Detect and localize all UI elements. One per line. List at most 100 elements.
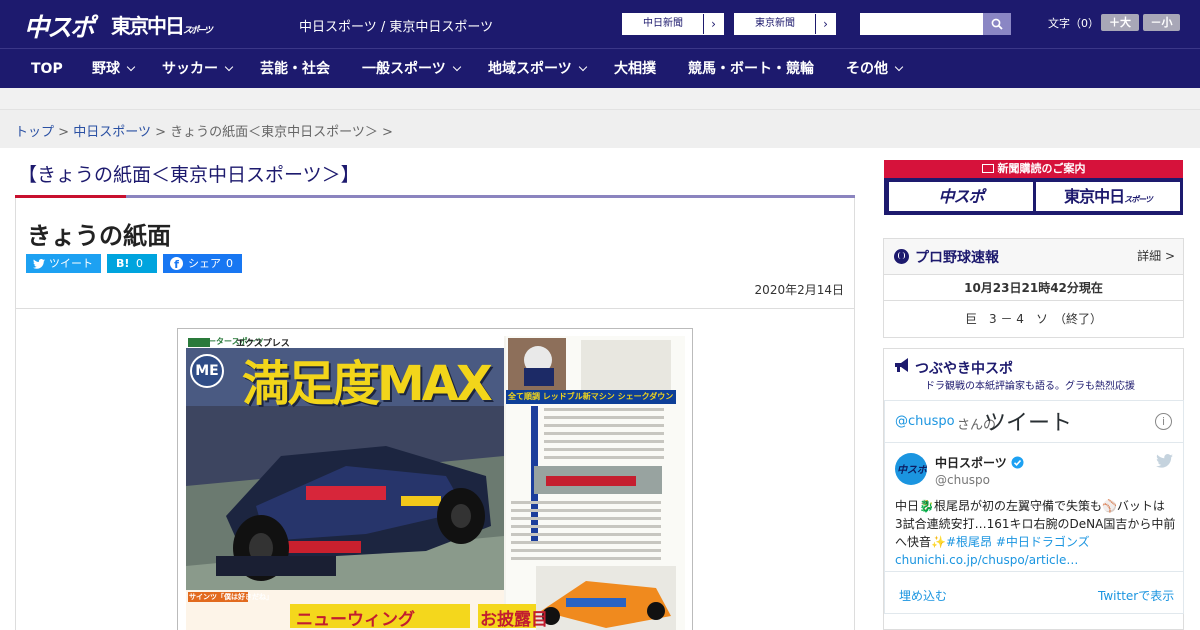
chevron-down-icon xyxy=(578,62,587,72)
hatena-bookmark-button[interactable]: B! 0 xyxy=(107,254,157,273)
breadcrumb-separator: > xyxy=(382,125,393,140)
font-smaller-button[interactable]: －小 xyxy=(1143,14,1180,31)
paper-headline: 満足度MAX xyxy=(242,356,493,412)
tweets-widget-title: つぶやき中スポ xyxy=(915,361,1013,377)
subscribe-tokyo-small: スポーツ xyxy=(1124,195,1153,204)
nav-item-top[interactable]: TOP xyxy=(31,49,63,89)
chevron-right-icon: › xyxy=(815,14,835,34)
newspaper-icon xyxy=(981,164,994,173)
title-underline xyxy=(126,195,855,198)
header-spacer xyxy=(0,88,1200,110)
view-on-twitter-link[interactable]: Twitterで表示 xyxy=(1098,587,1174,604)
tweet-link[interactable]: chunichi.co.jp/chuspo/article… xyxy=(895,551,1180,569)
facebook-share-count: 0 xyxy=(226,257,233,270)
widget-header: プロ野球速報 詳細 > xyxy=(884,239,1183,275)
paper-bottom-headline-right: お披露目 xyxy=(480,610,548,630)
font-larger-button[interactable]: ＋大 xyxy=(1101,14,1139,31)
tweet-hashtags[interactable]: #根尾昂 #中日ドラゴンズ xyxy=(946,535,1090,549)
nav-item-racing[interactable]: 競馬・ボート・競輪 xyxy=(688,49,814,89)
font-size-label: 文字（0） xyxy=(1048,17,1099,30)
nav-item-soccer[interactable]: サッカー xyxy=(162,49,234,89)
search-input[interactable] xyxy=(860,13,983,35)
tweet-text-line: 3試合連続安打…161キロ右腕のDeNA国吉から中前 xyxy=(895,517,1176,531)
tweet-text-line: へ快音✨#根尾昂 #中日ドラゴンズ xyxy=(895,533,1180,551)
twitter-logo-icon[interactable] xyxy=(1156,454,1173,468)
baseball-detail-link[interactable]: 詳細 > xyxy=(1137,247,1175,264)
paper-blue-caption: 全て順調 レッドブル新マシン シェークダウン xyxy=(508,392,674,401)
top-header: 中スポ 東京中日スポーツ 中日スポーツ / 東京中日スポーツ 中日新聞 › 東京… xyxy=(0,0,1200,48)
nav-label: サッカー xyxy=(162,61,218,77)
avatar-text: 中スポ xyxy=(897,465,927,476)
twitter-timeline: @chuspo さんの ツイート i 中スポ 中日スポーツ @chuspo 中日… xyxy=(884,400,1184,614)
site-name-link[interactable]: 中日スポーツ / 東京中日スポーツ xyxy=(299,16,493,35)
info-icon[interactable]: i xyxy=(1155,413,1172,430)
nav-label: 芸能・社会 xyxy=(260,61,330,77)
chevron-down-icon xyxy=(224,62,234,72)
nav-label: 一般スポーツ xyxy=(362,61,446,77)
tokyo-chunichi-logo[interactable]: 東京中日スポーツ xyxy=(111,10,213,39)
facebook-share-label: シェア xyxy=(188,257,221,270)
search-button[interactable] xyxy=(983,13,1011,35)
tweet-text: 中日🐉根尾昂が初の左翼守備で失策も⚾バットは 3試合連続安打…161キロ右腕のD… xyxy=(895,497,1180,569)
embed-link[interactable]: 埋め込む xyxy=(899,587,947,604)
nav-item-other[interactable]: その他 xyxy=(846,49,904,89)
breadcrumb-top[interactable]: トップ xyxy=(15,125,54,140)
chunichi-shimbun-button[interactable]: 中日新聞 › xyxy=(622,13,724,35)
chunichi-shimbun-label: 中日新聞 xyxy=(643,18,683,29)
page-title: 【きょうの紙面＜東京中日スポーツ＞】 xyxy=(18,164,360,186)
verified-badge-icon xyxy=(1011,456,1024,469)
tokyo-shimbun-button[interactable]: 東京新聞 › xyxy=(734,13,836,35)
hatena-count: 0 xyxy=(136,257,143,270)
main-nav: TOP 野球 サッカー 芸能・社会 一般スポーツ 地域スポーツ 大相撲 競馬・ボ… xyxy=(0,48,1200,88)
chevron-right-icon: › xyxy=(703,14,723,34)
tweet-text-line: 中日🐉根尾昂が初の左翼守備で失策も⚾バットは xyxy=(895,499,1165,513)
tweet-author-handle[interactable]: @chuspo xyxy=(935,473,990,487)
tweet-text-line-end: へ快音✨ xyxy=(895,535,946,549)
nav-label: TOP xyxy=(31,61,63,77)
twitter-bird-icon xyxy=(33,259,45,269)
nav-label: 競馬・ボート・競輪 xyxy=(688,61,814,77)
nav-item-sumo[interactable]: 大相撲 xyxy=(614,49,656,89)
nav-label: 野球 xyxy=(92,61,120,77)
breadcrumb: トップ > 中日スポーツ > きょうの紙面＜東京中日スポーツ＞ > xyxy=(15,121,393,140)
nav-label: 地域スポーツ xyxy=(488,61,572,77)
facebook-share-button[interactable]: f シェア 0 xyxy=(163,254,242,273)
baseball-icon xyxy=(894,249,909,264)
tokyo-logo-main: 東京中日 xyxy=(111,14,185,38)
subscribe-tokyo-chunichi-button[interactable]: 東京中日スポーツ xyxy=(1036,182,1180,211)
nav-label: 大相撲 xyxy=(614,61,656,77)
timeline-handle-link[interactable]: @chuspo xyxy=(895,414,955,429)
divider xyxy=(885,571,1183,572)
nav-item-baseball[interactable]: 野球 xyxy=(92,49,136,89)
tweet-button[interactable]: ツイート xyxy=(26,254,101,273)
nav-label: その他 xyxy=(846,61,888,77)
nav-item-regional-sports[interactable]: 地域スポーツ xyxy=(488,49,587,89)
chuspo-logo[interactable]: 中スポ xyxy=(24,8,95,44)
facebook-icon: f xyxy=(170,257,183,271)
tweet-author-name[interactable]: 中日スポーツ xyxy=(935,454,1007,471)
breadcrumb-chuspo[interactable]: 中日スポーツ xyxy=(73,125,151,140)
hatena-icon: B! xyxy=(116,257,130,270)
baseball-widget-title: プロ野球速報 xyxy=(915,250,999,266)
avatar[interactable]: 中スポ xyxy=(895,453,927,485)
divider xyxy=(16,308,854,309)
subscription-title-text: 新聞購読のご案内 xyxy=(997,162,1086,175)
subscription-title: 新聞購読のご案内 xyxy=(884,160,1183,178)
subscribe-chuspo-button[interactable]: 中スポ xyxy=(889,182,1033,211)
newspaper-page-image[interactable]: モータースポーツ エクスプレス 満足度MAX 全て順調 レッドブル新マシン シェ… xyxy=(186,336,685,630)
game-score[interactable]: 巨 3 － 4 ソ （終了） xyxy=(884,301,1183,337)
paper-emblem-icon: ME xyxy=(190,354,224,388)
nav-item-entertainment[interactable]: 芸能・社会 xyxy=(260,49,330,89)
tokyo-shimbun-label: 東京新聞 xyxy=(755,18,795,29)
chevron-down-icon xyxy=(894,62,904,72)
paper-sidebox-label: サインツ「僕は好きだね」 xyxy=(189,593,273,601)
article-date: 2020年2月14日 xyxy=(754,283,844,297)
tokyo-logo-small: スポーツ xyxy=(183,26,213,36)
baseball-score-widget: プロ野球速報 詳細 > 10月23日21時42分現在 巨 3 － 4 ソ （終了… xyxy=(883,238,1184,338)
breadcrumb-separator: > xyxy=(58,125,70,140)
timeline-header-word: ツイート xyxy=(984,411,1073,436)
timeline-header: @chuspo さんの ツイート i xyxy=(885,401,1183,443)
title-underline-accent xyxy=(15,195,126,198)
breadcrumb-current: きょうの紙面＜東京中日スポーツ＞ xyxy=(170,125,378,140)
nav-item-general-sports[interactable]: 一般スポーツ xyxy=(362,49,461,89)
